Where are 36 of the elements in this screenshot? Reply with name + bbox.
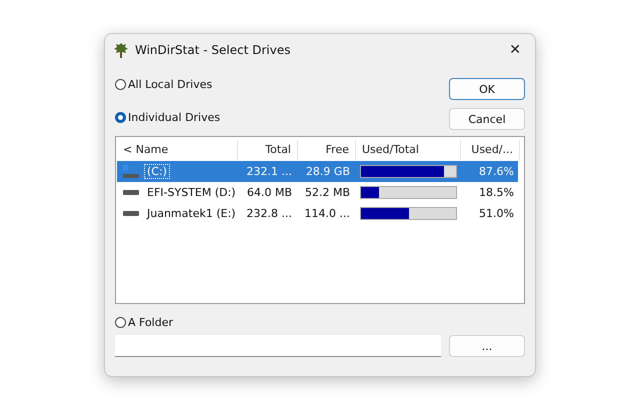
used-percent: 18.5% [478, 186, 515, 199]
radio-button[interactable] [115, 79, 126, 90]
radio-label: A Folder [128, 316, 174, 329]
free-cell-text: 114.0 ... [304, 207, 351, 220]
system-drive-icon [123, 164, 139, 178]
used-percent: 51.0% [478, 207, 515, 220]
folder-field[interactable] [115, 335, 441, 357]
total-cell-text: 232.8 ... [246, 207, 293, 220]
drive-icon [123, 190, 139, 195]
total-cell-text: 232.1 ... [246, 165, 293, 178]
drive-row[interactable]: Juanmatek1 (E:) 232.8 ... 114.0 ... 51.0% [117, 203, 518, 224]
drive-row[interactable]: EFI-SYSTEM (D:) 64.0 MB 52.2 MB 18.5% [117, 182, 518, 203]
radio-button[interactable] [115, 317, 126, 328]
radio-button[interactable] [115, 112, 126, 123]
free-cell-text: 28.9 GB [304, 165, 351, 178]
radio-label: Individual Drives [128, 111, 220, 124]
column-header[interactable]: Free [298, 140, 356, 160]
drive-name: Juanmatek1 (E:) [146, 207, 237, 220]
browse-button[interactable]: ... [449, 335, 525, 357]
drive-row[interactable]: (C:) 232.1 ... 28.9 GB 87.6% [117, 161, 518, 182]
cancel-button[interactable]: Cancel [449, 108, 525, 130]
free-cell-text: 52.2 MB [304, 186, 351, 199]
column-header[interactable]: Used/Total [356, 140, 461, 160]
window-title: WinDirStat - Select Drives [135, 43, 292, 57]
drive-icon [123, 211, 139, 216]
close-button[interactable]: ✕ [505, 42, 525, 58]
drive-name: (C:) [145, 165, 169, 178]
drive-name: EFI-SYSTEM (D:) [146, 186, 237, 199]
column-header[interactable]: Total [238, 140, 298, 160]
column-header[interactable]: < Name [117, 140, 238, 160]
radio-label: All Local Drives [128, 78, 212, 91]
used-percent: 87.6% [478, 165, 515, 178]
tree-icon [113, 42, 129, 58]
ok-button[interactable]: OK [449, 78, 525, 100]
total-cell-text: 64.0 MB [246, 186, 293, 199]
column-header[interactable]: Used/... [461, 140, 520, 160]
